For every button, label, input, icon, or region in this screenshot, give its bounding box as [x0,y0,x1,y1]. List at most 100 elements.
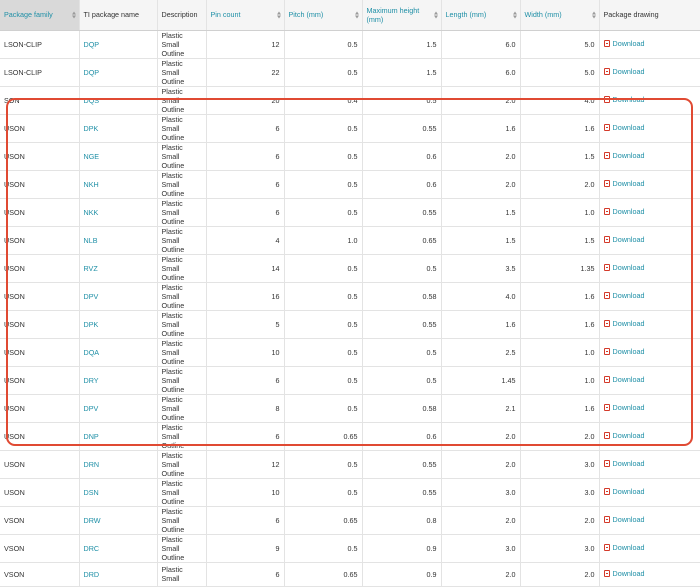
package-name-link[interactable]: NLB [84,236,98,245]
download-link[interactable]: Download [603,263,645,272]
cell-pitch: 0.5 [284,534,363,563]
sort-arrows-icon[interactable] [354,11,359,19]
cell-length: 4.0 [441,282,521,311]
column-header-maximum-height-mm[interactable]: Maximum height (mm) [362,0,442,31]
cell-height: 0.65 [362,226,442,255]
cell-pitch: 0.65 [284,562,363,587]
cell-desc: Plastic Small Outline [157,394,207,423]
cell-length: 2.0 [441,506,521,535]
cell-desc: Plastic Small [157,562,207,587]
cell-desc: Plastic Small Outline [157,282,207,311]
column-header-package-family[interactable]: Package family [0,0,80,31]
cell-pitch: 0.65 [284,422,363,451]
download-link[interactable]: Download [603,207,644,216]
package-name-link[interactable]: NGE [84,152,100,161]
column-header-label: Length (mm) [445,10,487,20]
download-link[interactable]: Download [603,543,644,552]
download-link[interactable]: Download [603,179,644,188]
package-name-link[interactable]: DRW [84,516,101,525]
cell-pins: 6 [206,142,285,171]
package-name-link[interactable]: DRY [84,376,99,385]
package-name-link[interactable]: DRD [84,570,100,579]
download-link[interactable]: Download [603,235,645,244]
cell-package-drawing: Download [599,394,700,423]
cell-length: 2.0 [441,142,521,171]
download-label: Download [612,39,645,48]
cell-family: LSON-CLIP [0,30,80,59]
download-label: Download [612,263,645,272]
cell-name: DRY [79,366,158,395]
sort-arrows-icon[interactable] [591,11,596,19]
table-row: USON DSN Plastic Small Outline 10 0.5 0.55 3.0… [0,478,700,507]
package-name-link[interactable]: NKK [84,208,99,217]
table-header-row: Package family TI package name Description… [0,0,700,31]
download-link[interactable]: Download [603,123,644,132]
download-label: Download [612,459,645,468]
download-link[interactable]: Download [603,95,644,104]
package-name-link[interactable]: NKH [84,180,99,189]
download-link[interactable]: Download [603,459,645,468]
package-name-link[interactable]: DQA [84,348,100,357]
cell-desc: Plastic Small Outline [157,30,207,59]
cell-package-drawing: Download [599,226,700,255]
pdf-icon [603,124,610,131]
download-link[interactable]: Download [603,347,644,356]
sort-arrows-icon[interactable] [512,11,517,19]
cell-width: 1.5 [520,226,600,255]
download-link[interactable]: Download [603,319,644,328]
table-row: USON DPK Plastic Small Outline 6 0.5 0.55 1.6 1… [0,114,700,143]
package-name-link[interactable]: RVZ [84,264,98,273]
package-name-link[interactable]: DPK [84,320,99,329]
cell-desc: Plastic Small Outline [157,450,207,479]
download-link[interactable]: Download [603,515,644,524]
sort-arrows-icon[interactable] [433,11,438,19]
package-name-link[interactable]: DRN [84,460,100,469]
download-link[interactable]: Download [603,487,644,496]
cell-height: 0.55 [362,198,442,227]
cell-package-drawing: Download [599,30,700,59]
cell-pitch: 0.5 [284,142,363,171]
cell-height: 0.58 [362,282,442,311]
download-link[interactable]: Download [603,431,644,440]
pdf-icon [603,152,610,159]
cell-width: 3.0 [520,534,600,563]
cell-pins: 6 [206,198,285,227]
column-header-pin-count[interactable]: Pin count [206,0,285,31]
package-name-link[interactable]: DQS [84,96,100,105]
download-link[interactable]: Download [603,67,644,76]
cell-width: 1.35 [520,254,600,283]
download-link[interactable]: Download [603,291,644,300]
cell-family: USON [0,394,80,423]
cell-height: 0.6 [362,142,442,171]
cell-family: USON [0,422,80,451]
cell-pins: 22 [206,58,285,87]
package-name-link[interactable]: DQP [84,68,100,77]
cell-name: DRC [79,534,158,563]
download-link[interactable]: Download [603,375,644,384]
package-name-link[interactable]: DPV [84,292,99,301]
cell-package-drawing: Download [599,254,700,283]
pdf-icon [603,292,610,299]
cell-family: USON [0,366,80,395]
cell-family: USON [0,142,80,171]
column-header-pitch-mm[interactable]: Pitch (mm) [284,0,363,31]
cell-width: 5.0 [520,30,600,59]
sort-arrows-icon[interactable] [71,11,76,19]
download-link[interactable]: Download [603,39,645,48]
download-label: Download [612,235,645,244]
package-name-link[interactable]: DPK [84,124,99,133]
column-header-width-mm[interactable]: Width (mm) [520,0,600,31]
package-name-link[interactable]: DQP [84,40,100,49]
download-link[interactable]: Download [603,151,644,160]
cell-pitch: 0.5 [284,58,363,87]
package-name-link[interactable]: DRC [84,544,100,553]
cell-name: DQS [79,86,158,115]
package-name-link[interactable]: DPV [84,404,99,413]
sort-arrows-icon[interactable] [276,11,281,19]
download-link[interactable]: Download [603,403,644,412]
column-header-length-mm[interactable]: Length (mm) [441,0,521,31]
cell-name: DPV [79,282,158,311]
package-name-link[interactable]: DSN [84,488,99,497]
download-link[interactable]: Download [603,569,644,578]
package-name-link[interactable]: DNP [84,432,99,441]
